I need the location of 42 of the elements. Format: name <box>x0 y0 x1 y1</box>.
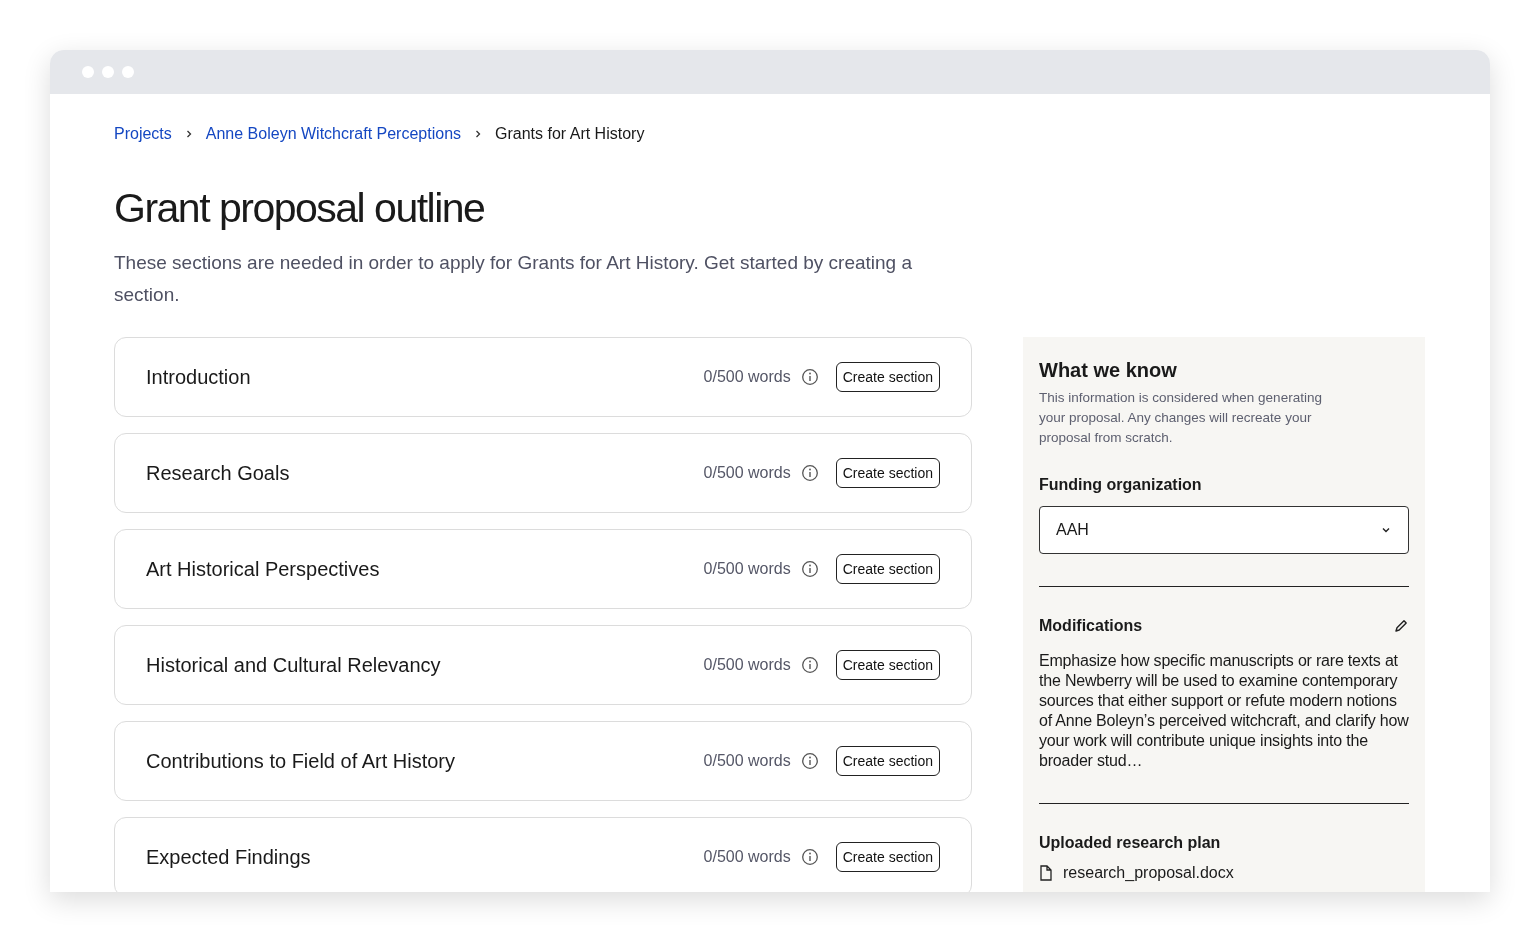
page-title: Grant proposal outline <box>114 184 486 233</box>
word-count: 0/500 words <box>703 656 791 675</box>
field-label: Funding organization <box>1039 476 1203 495</box>
file-name[interactable]: research_proposal.docx <box>1063 864 1234 883</box>
word-count: 0/500 words <box>703 560 791 579</box>
section-label: Uploaded research plan <box>1039 834 1222 853</box>
breadcrumb-current: Grants for Art History <box>495 125 645 143</box>
create-section-button[interactable]: Create section <box>835 554 940 585</box>
section-title: Introduction <box>146 365 252 389</box>
section-title: Expected Findings <box>146 845 312 869</box>
word-count: 0/500 words <box>703 368 791 387</box>
info-icon[interactable] <box>800 848 819 867</box>
create-section-button[interactable]: Create section <box>835 650 940 681</box>
modifications-text: Emphasize how specific manuscripts or rare texts at the Newberry will be used to examine contemporary sources that either support or refute modern notions of Anne Boleyn’s perceived witchcraft, and clarify how your work will contribute unique insights into the broader stud… <box>1039 651 1409 772</box>
info-icon[interactable] <box>800 752 819 771</box>
section-label: Modifications <box>1039 617 1143 636</box>
info-icon[interactable] <box>800 368 819 387</box>
create-section-button[interactable]: Create section <box>835 746 940 777</box>
window-dot-icon[interactable] <box>102 66 114 78</box>
document-icon <box>1039 865 1053 882</box>
info-icon[interactable] <box>800 656 819 675</box>
info-icon[interactable] <box>800 464 819 483</box>
funding-select[interactable]: AAH <box>1039 506 1409 555</box>
word-count: 0/500 words <box>703 752 791 771</box>
section-title: Research Goals <box>146 461 291 485</box>
window-dot-icon[interactable] <box>122 66 134 78</box>
create-section-button[interactable]: Create section <box>835 362 940 393</box>
info-icon[interactable] <box>800 560 819 579</box>
window-dot-icon[interactable] <box>82 66 94 78</box>
section-title: Contributions to Field of Art History <box>146 749 456 773</box>
word-count: 0/500 words <box>703 464 791 483</box>
pencil-icon[interactable] <box>1393 618 1409 635</box>
panel-description: This information is considered when generating your proposal. Any changes will recreate your proposal from scratch. <box>1039 389 1323 448</box>
create-section-button[interactable]: Create section <box>835 842 940 873</box>
section-title: Art Historical Perspectives <box>146 557 381 581</box>
create-section-button[interactable]: Create section <box>835 458 940 489</box>
breadcrumb-link[interactable]: Anne Boleyn Witchcraft Perceptions <box>205 125 462 143</box>
page-description: These sections are needed in order to apply for Grants for Art History. Get started by creating a section. <box>114 251 914 308</box>
panel-title: What we know <box>1039 359 1178 383</box>
breadcrumb-link[interactable]: Projects <box>114 125 172 143</box>
word-count: 0/500 words <box>703 848 791 867</box>
section-title: Historical and Cultural Relevancy <box>146 653 442 677</box>
